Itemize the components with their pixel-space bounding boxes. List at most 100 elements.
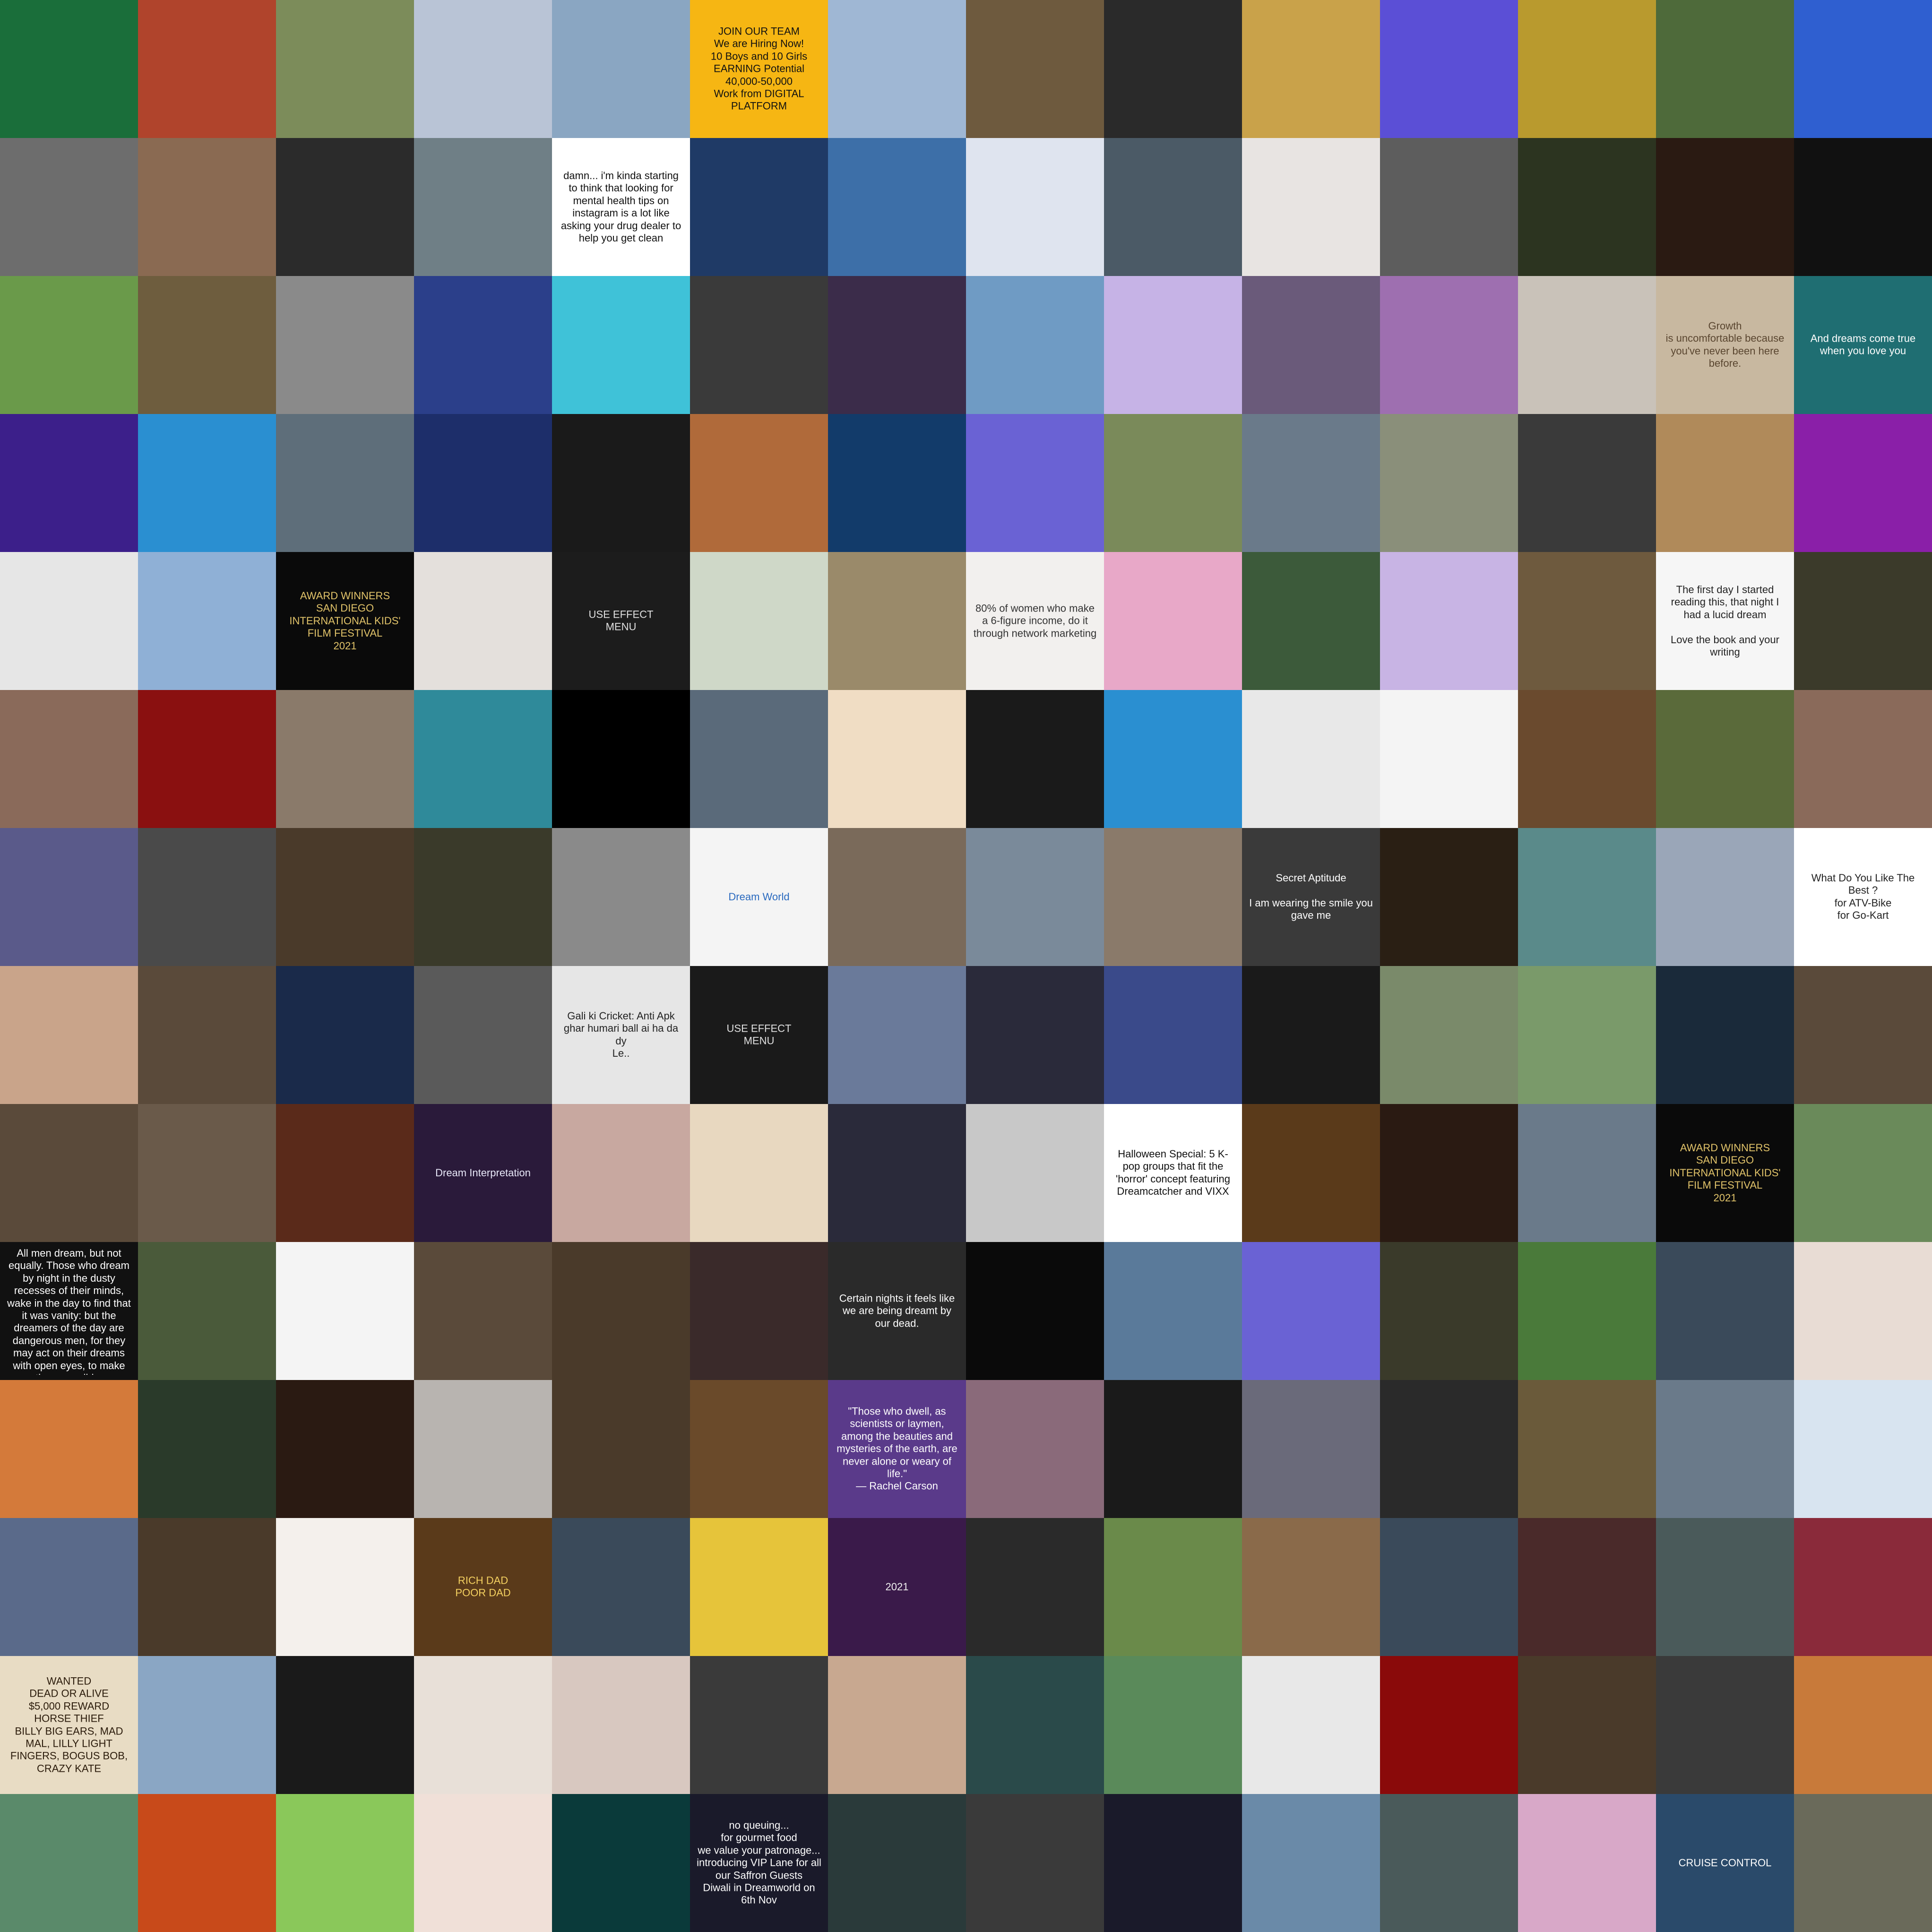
mosaic-tile: [1518, 1242, 1656, 1380]
mosaic-tile: [414, 1794, 552, 1932]
mosaic-tile: [0, 138, 138, 276]
mosaic-tile: [828, 690, 966, 828]
mosaic-tile: [138, 1794, 276, 1932]
mosaic-tile: [690, 690, 828, 828]
image-mosaic-grid: JOIN OUR TEAM We are Hiring Now! 10 Boys…: [0, 0, 1932, 1932]
mosaic-tile: [1518, 690, 1656, 828]
mosaic-tile: [828, 1104, 966, 1242]
mosaic-tile: [966, 828, 1104, 966]
mosaic-tile: [1380, 414, 1518, 552]
mosaic-tile: [0, 276, 138, 414]
tile-caption: JOIN OUR TEAM We are Hiring Now! 10 Boys…: [710, 25, 808, 112]
mosaic-tile: [276, 138, 414, 276]
mosaic-tile: [1242, 1518, 1380, 1656]
mosaic-tile: [138, 138, 276, 276]
mosaic-tile: [966, 1380, 1104, 1518]
mosaic-tile: [414, 0, 552, 138]
mosaic-tile: [1518, 1518, 1656, 1656]
mosaic-tile: [552, 1380, 690, 1518]
mosaic-tile: Halloween Special: 5 K-pop groups that f…: [1104, 1104, 1242, 1242]
mosaic-tile: [1518, 1656, 1656, 1794]
mosaic-tile: [138, 828, 276, 966]
tile-caption: RICH DAD POOR DAD: [455, 1574, 511, 1599]
mosaic-tile: Dream World: [690, 828, 828, 966]
mosaic-tile: Dream Interpretation: [414, 1104, 552, 1242]
mosaic-tile: All men dream, but not equally. Those wh…: [0, 1242, 138, 1380]
mosaic-tile: RICH DAD POOR DAD: [414, 1518, 552, 1656]
mosaic-tile: [828, 552, 966, 690]
mosaic-tile: [276, 1656, 414, 1794]
mosaic-tile: [828, 1794, 966, 1932]
mosaic-tile: [1242, 1794, 1380, 1932]
tile-caption: AWARD WINNERS SAN DIEGO INTERNATIONAL KI…: [289, 590, 401, 652]
mosaic-tile: [1380, 828, 1518, 966]
mosaic-tile: [0, 1794, 138, 1932]
mosaic-tile: [0, 690, 138, 828]
mosaic-tile: [1380, 1656, 1518, 1794]
mosaic-tile: [414, 1242, 552, 1380]
mosaic-tile: Growth is uncomfortable because you've n…: [1656, 276, 1794, 414]
tile-caption: Secret Aptitude I am wearing the smile y…: [1249, 872, 1373, 922]
tile-caption: USE EFFECT MENU: [726, 1022, 792, 1047]
mosaic-tile: [1104, 414, 1242, 552]
mosaic-tile: 2021: [828, 1518, 966, 1656]
mosaic-tile: [1794, 414, 1932, 552]
tile-caption: CRUISE CONTROL: [1678, 1856, 1772, 1869]
mosaic-tile: [828, 414, 966, 552]
mosaic-tile: [966, 1794, 1104, 1932]
tile-caption: USE EFFECT MENU: [588, 608, 654, 633]
mosaic-tile: [1656, 1380, 1794, 1518]
mosaic-tile: [1380, 690, 1518, 828]
mosaic-tile: [966, 1656, 1104, 1794]
mosaic-tile: [828, 276, 966, 414]
mosaic-tile: WANTED DEAD OR ALIVE $5,000 REWARD HORSE…: [0, 1656, 138, 1794]
mosaic-tile: [1656, 966, 1794, 1104]
mosaic-tile: What Do You Like The Best ? for ATV-Bike…: [1794, 828, 1932, 966]
tile-caption: And dreams come true when you love you: [1810, 332, 1916, 357]
mosaic-tile: [690, 1242, 828, 1380]
mosaic-tile: [0, 1380, 138, 1518]
mosaic-tile: [276, 966, 414, 1104]
mosaic-tile: [1104, 552, 1242, 690]
mosaic-tile: [1794, 1794, 1932, 1932]
mosaic-tile: [276, 1242, 414, 1380]
mosaic-tile: [1104, 1380, 1242, 1518]
mosaic-tile: [138, 276, 276, 414]
mosaic-tile: [1656, 414, 1794, 552]
mosaic-tile: [1794, 1242, 1932, 1380]
mosaic-tile: [1242, 690, 1380, 828]
mosaic-tile: [1656, 1242, 1794, 1380]
mosaic-tile: [966, 1518, 1104, 1656]
mosaic-tile: [966, 1104, 1104, 1242]
mosaic-tile: [276, 1380, 414, 1518]
mosaic-tile: [0, 1104, 138, 1242]
mosaic-tile: [690, 1656, 828, 1794]
mosaic-tile: [276, 1794, 414, 1932]
mosaic-tile: [828, 1656, 966, 1794]
mosaic-tile: [138, 1104, 276, 1242]
mosaic-tile: [138, 552, 276, 690]
mosaic-tile: [552, 414, 690, 552]
mosaic-tile: [552, 690, 690, 828]
mosaic-tile: [138, 1656, 276, 1794]
mosaic-tile: [0, 0, 138, 138]
mosaic-tile: [966, 276, 1104, 414]
mosaic-tile: [1380, 1104, 1518, 1242]
mosaic-tile: [276, 276, 414, 414]
mosaic-tile: [552, 1518, 690, 1656]
mosaic-tile: [828, 966, 966, 1104]
mosaic-tile: [138, 1380, 276, 1518]
mosaic-tile: [1242, 1380, 1380, 1518]
tile-caption: AWARD WINNERS SAN DIEGO INTERNATIONAL KI…: [1669, 1142, 1781, 1204]
tile-caption: "Those who dwell, as scientists or layme…: [837, 1405, 957, 1492]
mosaic-tile: [690, 1104, 828, 1242]
tile-caption: 80% of women who make a 6-figure income,…: [973, 602, 1097, 639]
mosaic-tile: [1656, 1656, 1794, 1794]
mosaic-tile: [138, 690, 276, 828]
mosaic-tile: [1656, 0, 1794, 138]
mosaic-tile: [1104, 0, 1242, 138]
mosaic-tile: [690, 276, 828, 414]
mosaic-tile: [1380, 966, 1518, 1104]
mosaic-tile: [1518, 966, 1656, 1104]
mosaic-tile: [1104, 1518, 1242, 1656]
